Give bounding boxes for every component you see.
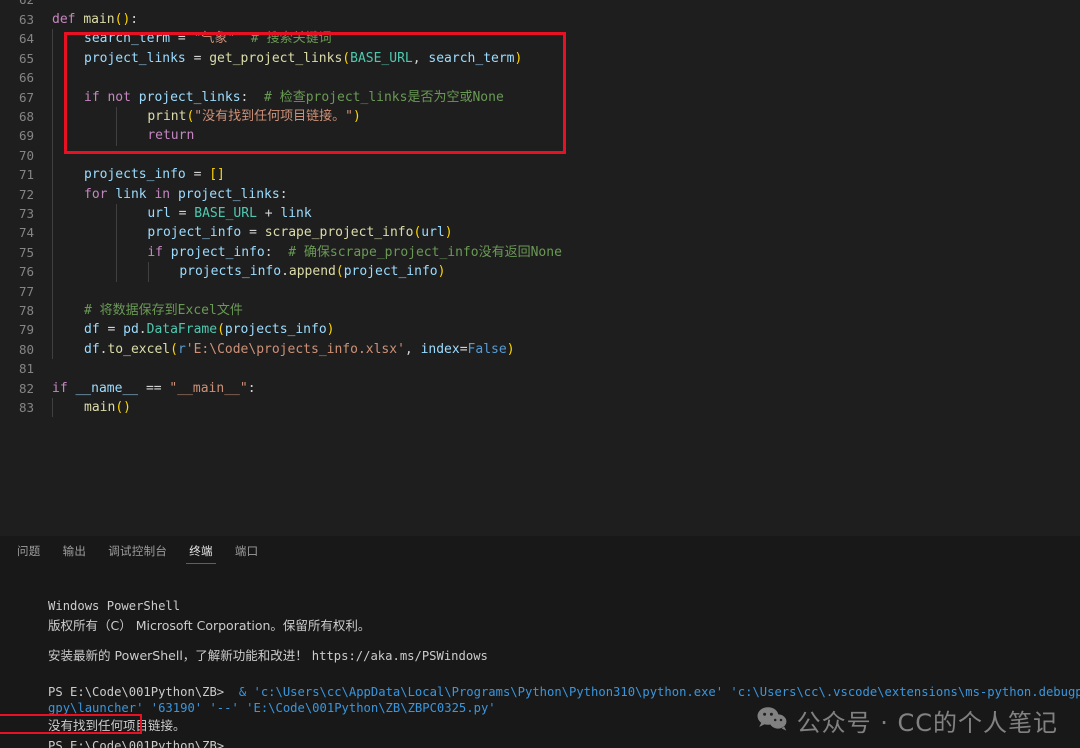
- code-line-63: 63 def main():: [0, 10, 1080, 29]
- code-line-80: 80 df.to_excel(r'E:\Code\projects_info.x…: [0, 339, 1080, 360]
- panel-tab-ports[interactable]: 端口: [224, 538, 270, 564]
- code-line-83: 83 main(): [0, 398, 1080, 418]
- line-number: 71: [18, 167, 34, 183]
- line-number: 76: [18, 264, 34, 280]
- line-number: 64: [18, 31, 34, 47]
- line-number: 74: [18, 225, 34, 241]
- code-line-73: 73 url = BASE_URL + link: [0, 204, 1080, 224]
- code-text: projects_info.append(project_info): [179, 264, 446, 280]
- code-text: projects_info = []: [84, 167, 225, 183]
- line-number: 81: [18, 361, 34, 377]
- line-number: 83: [18, 400, 34, 415]
- code-text: project_info = scrape_project_info(url): [147, 225, 453, 241]
- panel-tab-problems[interactable]: 问题: [6, 538, 52, 564]
- line-number: 65: [18, 50, 34, 66]
- code-text: if not project_links: # 检查project_links是…: [84, 89, 504, 105]
- code-line-82: 82 if __name__ == "__main__":: [0, 379, 1080, 398]
- code-line-79: 79 df = pd.DataFrame(projects_info): [0, 320, 1080, 340]
- code-line-78: 78 # 将数据保存到Excel文件: [0, 301, 1080, 321]
- line-number: 82: [18, 380, 34, 396]
- code-line-81: 81: [0, 359, 1080, 378]
- line-number: 72: [18, 186, 34, 202]
- terminal-line-final-prompt: PS E:\Code\001Python\ZB>: [4, 716, 224, 748]
- panel-tab-bar: 问题 输出 调试控制台 终端 端口: [0, 536, 1080, 566]
- code-line-66: 66: [0, 68, 1080, 88]
- code-line-72: 72 for link in project_links:: [0, 184, 1080, 204]
- line-number: 70: [18, 147, 34, 163]
- line-number: 78: [18, 303, 34, 318]
- line-number: 73: [18, 206, 34, 221]
- code-text: df.to_excel(r'E:\Code\projects_info.xlsx…: [84, 341, 515, 357]
- code-line-69: 69 return: [0, 126, 1080, 146]
- code-line-70: 70: [0, 145, 1080, 166]
- line-number: 68: [18, 109, 34, 124]
- code-text: main(): [84, 400, 131, 415]
- code-line-67: 67 if not project_links: # 检查project_lin…: [0, 87, 1080, 107]
- code-editor[interactable]: 62 63 def main(): 64 search_term = "气象" …: [0, 0, 1080, 536]
- code-line-64: 64 search_term = "气象" # 搜索关键词: [0, 29, 1080, 49]
- line-number: 62: [0, 0, 34, 9]
- code-line-75: 75 if project_info: # 确保scrape_project_i…: [0, 242, 1080, 263]
- panel-tab-terminal[interactable]: 终端: [178, 538, 224, 564]
- code-text: df = pd.DataFrame(projects_info): [84, 322, 335, 338]
- upgrade-notice-link[interactable]: https://aka.ms/PSWindows: [312, 649, 488, 663]
- code-line-71: 71 projects_info = []: [0, 165, 1080, 185]
- code-text: def main():: [52, 12, 139, 27]
- line-number: 67: [18, 89, 34, 105]
- terminal-line-shell-title: Windows PowerShell: [4, 576, 180, 613]
- terminal-line-upgrade-notice: 安装最新的 PowerShell，了解新功能和改进！ https://aka.m…: [4, 626, 488, 663]
- code-text: if project_info: # 确保scrape_project_info…: [147, 244, 562, 260]
- terminal-line-copyright: 版权所有（C） Microsoft Corporation。保留所有权利。: [4, 596, 370, 633]
- code-text: for link in project_links:: [84, 186, 288, 202]
- terminal-line-command-2: gpy\launcher' '63190' '--' 'E:\Code\001P…: [4, 678, 496, 715]
- panel-tab-debug-console[interactable]: 调试控制台: [97, 538, 178, 564]
- code-text: url = BASE_URL + link: [147, 206, 312, 221]
- code-text: # 将数据保存到Excel文件: [84, 303, 243, 318]
- code-text: print("没有找到任何项目链接。"): [147, 109, 361, 124]
- terminal-prompt-final: PS E:\Code\001Python\ZB>: [48, 739, 225, 748]
- code-line-76: 76 projects_info.append(project_info): [0, 262, 1080, 282]
- code-text: if __name__ == "__main__":: [52, 380, 256, 396]
- line-number: 63: [18, 12, 34, 27]
- code-line-74: 74 project_info = scrape_project_info(ur…: [0, 223, 1080, 243]
- terminal-line-program-output: 没有找到任何项目链接。: [4, 696, 186, 733]
- upgrade-notice-text: 安装最新的 PowerShell，了解新功能和改进！: [48, 648, 312, 663]
- line-number: 80: [18, 341, 34, 357]
- line-number: 69: [18, 128, 34, 144]
- code-line-68: 68 print("没有找到任何项目链接。"): [0, 107, 1080, 127]
- terminal-output[interactable]: Windows PowerShell 版权所有（C） Microsoft Cor…: [0, 568, 1080, 748]
- code-line-77: 77: [0, 281, 1080, 301]
- line-number: 75: [18, 244, 34, 260]
- code-text: project_links = get_project_links(BASE_U…: [84, 50, 523, 66]
- bottom-panel: 问题 输出 调试控制台 终端 端口 Windows PowerShell 版权所…: [0, 536, 1080, 748]
- line-number: 77: [18, 283, 34, 299]
- code-line-62: 62: [0, 0, 1080, 9]
- panel-tab-output[interactable]: 输出: [52, 538, 98, 564]
- code-text: search_term = "气象" # 搜索关键词: [84, 31, 332, 47]
- code-line-65: 65 project_links = get_project_links(BAS…: [0, 48, 1080, 69]
- code-text: return: [147, 128, 195, 144]
- line-number: 79: [18, 322, 34, 338]
- line-number: 66: [18, 70, 34, 86]
